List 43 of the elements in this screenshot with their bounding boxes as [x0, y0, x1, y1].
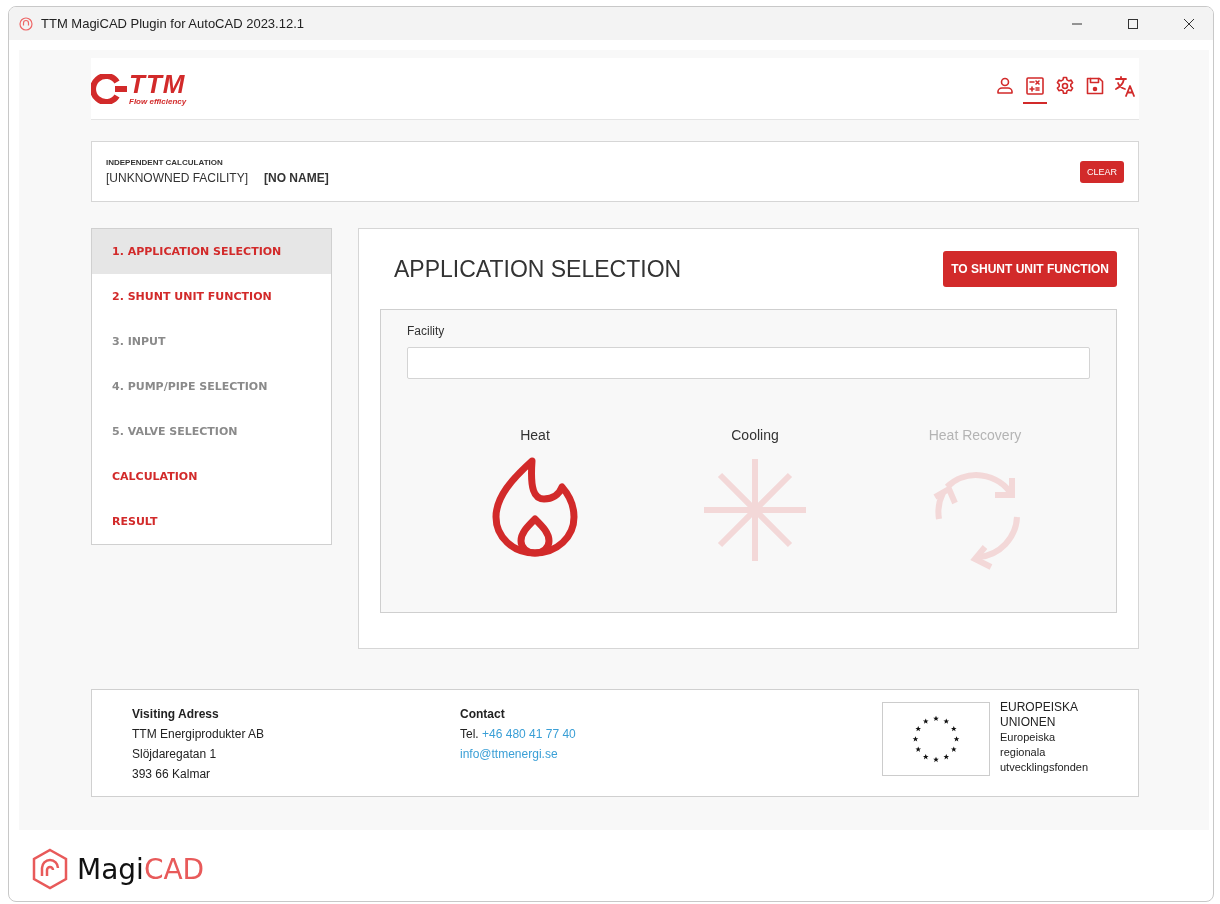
address-line: 393 66 Kalmar	[132, 766, 212, 783]
phone-link[interactable]: +46 480 41 77 40	[482, 727, 576, 741]
email-link[interactable]: info@ttmenergi.se	[460, 747, 558, 761]
brand-name: MagiCAD	[77, 852, 205, 886]
field-label: Facility	[407, 324, 446, 338]
flame-icon	[492, 457, 578, 557]
phone-label: Tel.	[460, 727, 479, 741]
address-line: TTM Energiprodukter AB	[132, 726, 266, 743]
calculator-icon	[1025, 75, 1045, 96]
hexagon-logo-icon	[31, 848, 69, 890]
facility-input[interactable]	[407, 347, 1090, 379]
window-title: TTM MagiCAD Plugin for AutoCAD 2023.12.1	[41, 16, 305, 31]
eu-subtitle: regionala	[1000, 745, 1047, 760]
user-icon	[995, 75, 1015, 96]
step-item[interactable]: RESULT	[92, 499, 331, 544]
application-option[interactable]: Heat	[465, 427, 605, 573]
step-item[interactable]: 1. APPLICATION SELECTION	[92, 229, 331, 274]
contact-title: Contact	[460, 706, 506, 723]
maximize-icon	[1127, 17, 1139, 30]
save-icon	[1085, 75, 1105, 96]
next-step-button[interactable]: TO SHUNT UNIT FUNCTION	[943, 251, 1117, 287]
page-heading: APPLICATION SELECTION	[394, 255, 682, 283]
logo-tagline: Flow efficiency	[129, 97, 187, 106]
address-line: Slöjdaregatan 1	[132, 746, 218, 763]
eu-title: UNIONEN	[1000, 715, 1057, 730]
close-icon	[1183, 17, 1195, 30]
eu-subtitle: Europeiska	[1000, 730, 1057, 745]
project-label: INDEPENDENT CALCULATION	[106, 158, 224, 167]
eu-subtitle: utvecklingsfonden	[1000, 760, 1089, 775]
translate-icon	[1114, 74, 1136, 97]
snowflake-icon	[702, 457, 808, 563]
address-title: Visiting Adress	[132, 706, 220, 723]
clear-button[interactable]: CLEAR	[1080, 160, 1124, 183]
application-option[interactable]: Cooling	[685, 427, 825, 573]
facility-name: [UNKNOWNED FACILITY]	[106, 171, 248, 185]
logo-name: TTM	[129, 71, 186, 97]
eu-title: EUROPEISKA	[1000, 700, 1080, 715]
settings-icon	[1055, 75, 1075, 96]
project-name: [NO NAME]	[264, 171, 329, 185]
logo-ring-icon	[91, 73, 127, 104]
app-icon	[19, 16, 33, 31]
step-item[interactable]: CALCULATION	[92, 454, 331, 499]
step-item[interactable]: 2. SHUNT UNIT FUNCTION	[92, 274, 331, 319]
